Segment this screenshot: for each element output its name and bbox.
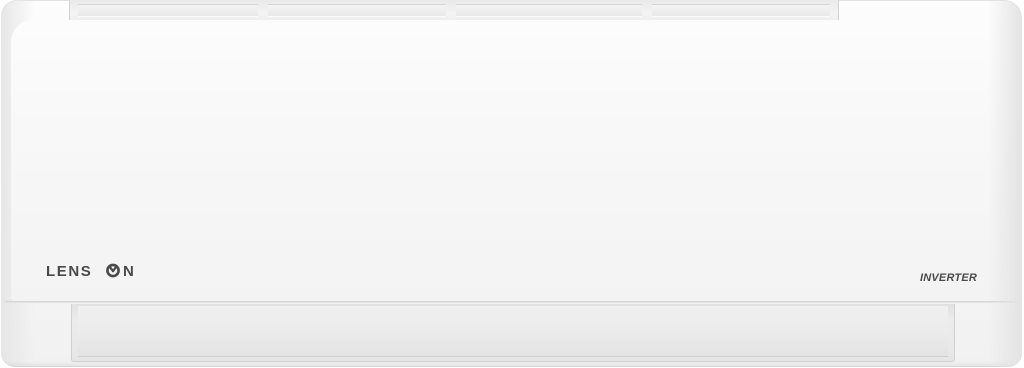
swing-louver [78, 306, 948, 357]
intake-slot [268, 4, 446, 17]
intake-slot [456, 4, 642, 17]
panel-seam [5, 301, 1018, 303]
svg-text:LENS: LENS [46, 263, 92, 280]
intake-slot [78, 4, 258, 17]
inverter-badge: INVERTER [920, 272, 978, 284]
front-panel [11, 20, 1012, 302]
air-conditioner-indoor-unit: LENS N INVERTER [1, 0, 1022, 367]
air-outlet [71, 304, 955, 362]
bottom-edge [1, 361, 1022, 367]
intake-slot [652, 4, 830, 17]
lenson-logo-icon: LENS N [46, 263, 134, 280]
svg-text:N: N [123, 263, 134, 280]
